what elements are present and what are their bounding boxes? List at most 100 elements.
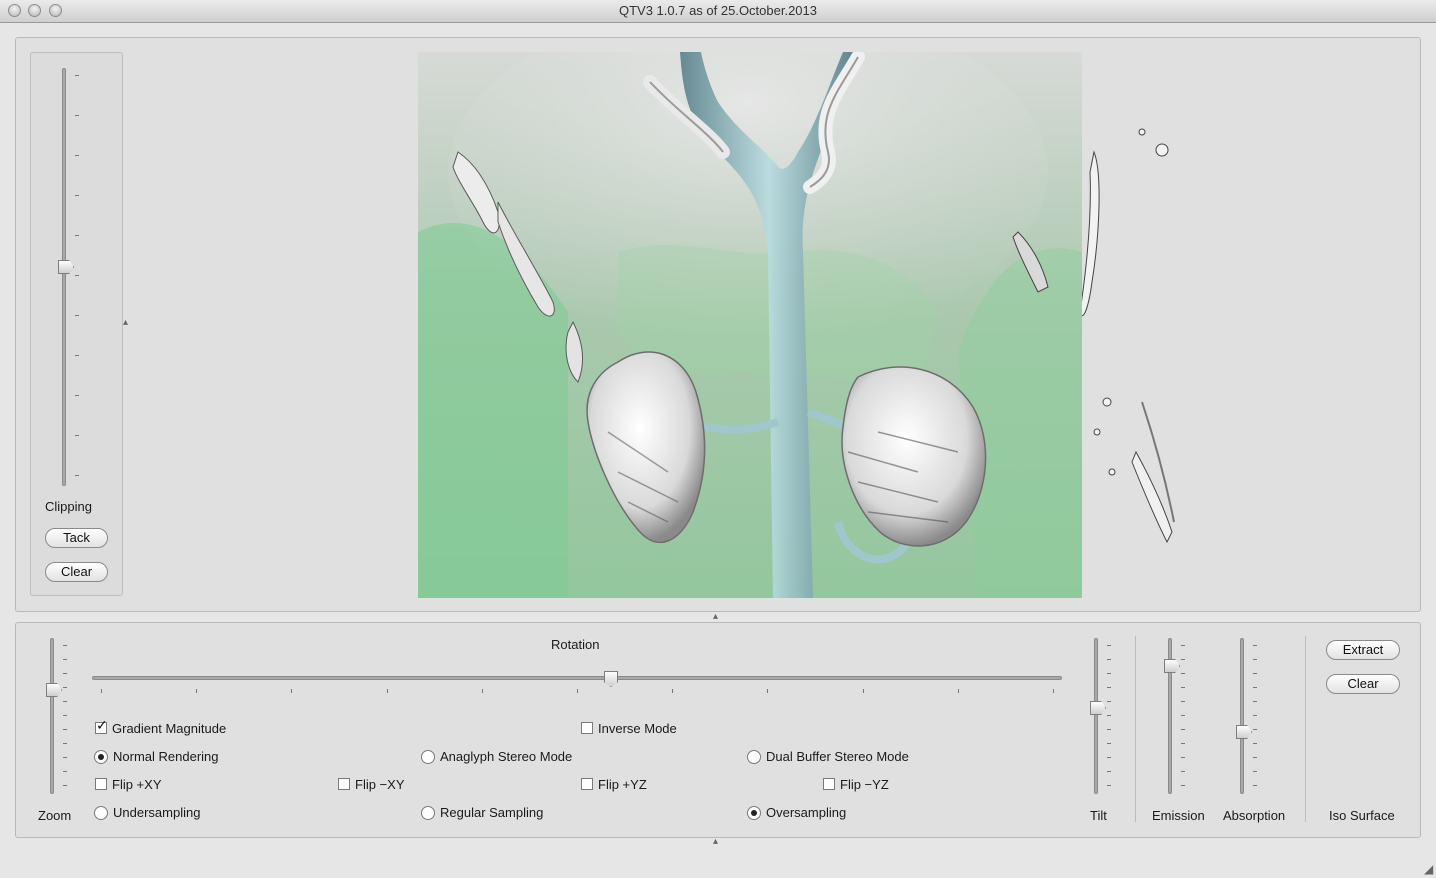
slider-tick [75, 155, 79, 156]
flip-plus-xy-checkbox[interactable] [95, 778, 107, 790]
tack-button[interactable]: Tack [45, 528, 108, 548]
slider-tick [1181, 687, 1185, 688]
slider-tick [863, 689, 864, 693]
slider-tick [1107, 687, 1111, 688]
slider-tick [63, 715, 67, 716]
bottom-splitter-handle[interactable]: ▴ [713, 836, 718, 847]
slider-tick [1107, 701, 1111, 702]
slider-tick [75, 475, 79, 476]
slider-tick [75, 75, 79, 76]
slider-tick [1181, 701, 1185, 702]
slider-tick [63, 701, 67, 702]
slider-tick [1253, 757, 1257, 758]
inverse-mode-label[interactable]: Inverse Mode [598, 721, 677, 736]
flip-minus-yz-label[interactable]: Flip −YZ [840, 777, 889, 792]
slider-tick [63, 743, 67, 744]
slider-tick [1253, 771, 1257, 772]
splitter-handle[interactable]: ▴ [123, 317, 128, 328]
slider-tick [1107, 715, 1111, 716]
clipping-clear-button[interactable]: Clear [45, 562, 108, 582]
flip-minus-yz-checkbox[interactable] [823, 778, 835, 790]
volume-render-image [418, 52, 1082, 598]
normal-rendering-label[interactable]: Normal Rendering [113, 749, 219, 764]
slider-tick [1253, 645, 1257, 646]
slider-tick [482, 689, 483, 693]
tilt-slider-track[interactable] [1094, 638, 1098, 794]
slider-tick [1107, 771, 1111, 772]
slider-tick [1107, 645, 1111, 646]
slider-tick [767, 689, 768, 693]
slider-tick [63, 659, 67, 660]
slider-tick [63, 645, 67, 646]
gradient-magnitude-label[interactable]: Gradient Magnitude [112, 721, 226, 736]
clipping-group [30, 52, 123, 596]
flip-minus-xy-label[interactable]: Flip −XY [355, 777, 405, 792]
divider [1135, 636, 1136, 822]
slider-tick [101, 689, 102, 693]
slider-tick [63, 771, 67, 772]
slider-tick [75, 275, 79, 276]
slider-tick [1107, 729, 1111, 730]
panel-splitter-handle[interactable]: ▴ [713, 611, 718, 622]
anaglyph-stereo-label[interactable]: Anaglyph Stereo Mode [440, 749, 572, 764]
window-title: QTV3 1.0.7 as of 25.October.2013 [618, 3, 817, 18]
oversampling-radio[interactable] [747, 806, 761, 820]
slider-tick [75, 395, 79, 396]
slider-tick [1181, 659, 1185, 660]
flip-plus-yz-checkbox[interactable] [581, 778, 593, 790]
slider-tick [672, 689, 673, 693]
slider-tick [1253, 715, 1257, 716]
tilt-label: Tilt [1090, 808, 1107, 823]
zoom-label: Zoom [38, 808, 72, 823]
dual-buffer-stereo-label[interactable]: Dual Buffer Stereo Mode [766, 749, 909, 764]
slider-tick [1181, 729, 1185, 730]
slider-tick [577, 689, 578, 693]
zoom-slider-track[interactable] [50, 638, 54, 794]
flip-minus-xy-checkbox[interactable] [338, 778, 350, 790]
regular-sampling-label[interactable]: Regular Sampling [440, 805, 543, 820]
slider-tick [1053, 689, 1054, 693]
slider-tick [1253, 701, 1257, 702]
normal-rendering-radio[interactable] [94, 750, 108, 764]
slider-tick [75, 115, 79, 116]
iso-surface-fragments [1082, 52, 1192, 598]
slider-tick [1253, 743, 1257, 744]
slider-tick [63, 785, 67, 786]
slider-tick [75, 435, 79, 436]
extract-button[interactable]: Extract [1326, 640, 1400, 660]
undersampling-label[interactable]: Undersampling [113, 805, 200, 820]
slider-tick [1181, 743, 1185, 744]
dual-buffer-stereo-radio[interactable] [747, 750, 761, 764]
gradient-magnitude-checkbox[interactable] [95, 718, 108, 734]
clipping-slider-track[interactable] [62, 68, 66, 486]
divider [1305, 636, 1306, 822]
slider-tick [1107, 673, 1111, 674]
undersampling-radio[interactable] [94, 806, 108, 820]
resize-grip-icon[interactable]: ◢ [1424, 862, 1433, 876]
inverse-mode-checkbox[interactable] [581, 722, 593, 734]
close-window-icon[interactable] [8, 4, 21, 17]
slider-tick [63, 673, 67, 674]
slider-tick [387, 689, 388, 693]
oversampling-label[interactable]: Oversampling [766, 805, 846, 820]
slider-tick [1181, 785, 1185, 786]
minimize-window-icon[interactable] [28, 4, 41, 17]
clipping-label: Clipping [45, 499, 92, 514]
zoom-window-icon[interactable] [49, 4, 62, 17]
emission-label: Emission [1152, 808, 1205, 823]
volume-render-view[interactable] [418, 52, 1082, 598]
rotation-slider-track[interactable] [92, 676, 1062, 680]
flip-plus-yz-label[interactable]: Flip +YZ [598, 777, 647, 792]
slider-tick [1253, 659, 1257, 660]
slider-tick [1107, 785, 1111, 786]
absorption-slider-track[interactable] [1240, 638, 1244, 794]
slider-tick [75, 355, 79, 356]
regular-sampling-radio[interactable] [421, 806, 435, 820]
iso-clear-button[interactable]: Clear [1326, 674, 1400, 694]
title-bar: QTV3 1.0.7 as of 25.October.2013 [0, 0, 1436, 23]
slider-tick [63, 757, 67, 758]
anaglyph-stereo-radio[interactable] [421, 750, 435, 764]
flip-plus-xy-label[interactable]: Flip +XY [112, 777, 162, 792]
slider-tick [1107, 757, 1111, 758]
slider-tick [75, 235, 79, 236]
